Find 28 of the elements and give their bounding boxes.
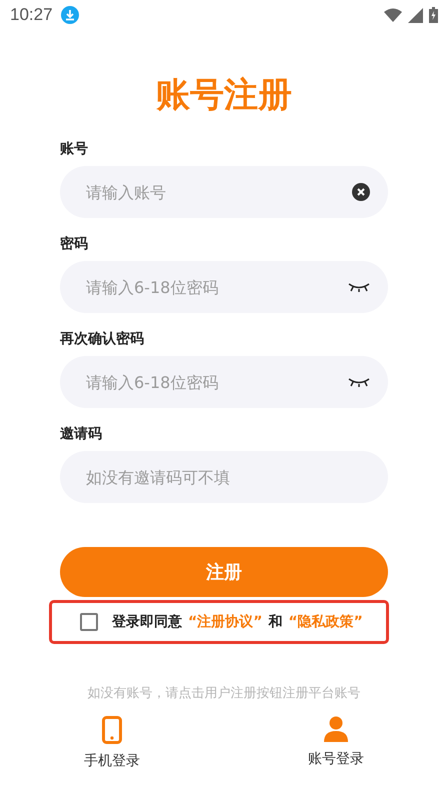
field-label: 密码 [60,235,88,253]
agreement-text: 登录即同意 [112,613,182,631]
field-label: 账号 [60,140,88,158]
download-icon [60,6,79,24]
field-label: 邀请码 [60,425,102,443]
agreement-link[interactable]: “隐私政策” [288,613,363,631]
clear-icon[interactable] [352,183,370,201]
person-icon [323,716,349,742]
closed-eye-icon[interactable] [348,281,370,293]
input-field[interactable]: 请输入6-18位密码 [60,356,388,408]
input-field[interactable]: 请输入账号 [60,166,388,218]
agreement-text: 和 [268,613,282,631]
register-button[interactable]: 注册 [60,547,388,597]
login-option[interactable]: 账号登录 [224,716,448,770]
status-time: 10:27 [10,5,53,25]
agreement-link[interactable]: “注册协议” [188,613,262,631]
checkbox[interactable] [80,613,98,631]
battery-icon [429,7,438,23]
wifi-icon [384,8,402,22]
input-field[interactable]: 请输入6-18位密码 [60,261,388,313]
signal-icon [408,8,423,22]
page-title: 账号注册 [155,74,293,117]
closed-eye-icon[interactable] [348,376,370,388]
input-field[interactable]: 如没有邀请码可不填 [60,451,388,503]
login-option[interactable]: 手机登录 [0,716,224,770]
phone-icon [102,716,122,744]
hint-text: 如没有账号，请点击用户注册按钮注册平台账号 [86,685,362,702]
field-label: 再次确认密码 [60,330,144,348]
